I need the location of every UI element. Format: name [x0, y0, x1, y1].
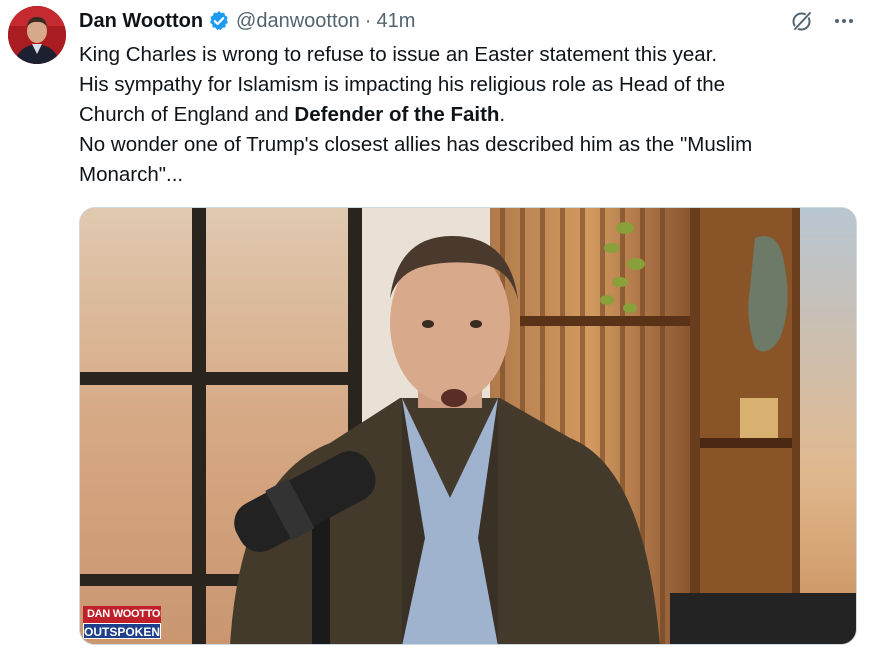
channel-logo: DAN WOOTTON OUTSPOKEN — [83, 606, 161, 640]
tweet-text-line: King Charles is wrong to refuse to issue… — [79, 43, 718, 66]
tweet-video[interactable]: DAN WOOTTON OUTSPOKEN — [79, 207, 857, 645]
verified-badge-icon[interactable] — [208, 10, 230, 32]
tweet-text: King Charles is wrong to refuse to issue… — [79, 40, 859, 190]
avatar[interactable] — [8, 6, 66, 64]
tweet-text-line: No wonder one of Trump's closest allies … — [79, 133, 753, 156]
tweet-timestamp[interactable]: 41m — [376, 8, 415, 34]
author-name[interactable]: Dan Wootton — [79, 8, 203, 34]
tweet-text-line: Monarch"... — [79, 163, 184, 186]
video-frame — [80, 208, 856, 644]
tweet-text-line: . — [499, 103, 506, 126]
logo-top-text: DAN WOOTTON — [83, 606, 161, 623]
author-handle[interactable]: @danwootton — [236, 8, 360, 34]
grok-slash-icon[interactable] — [789, 8, 815, 34]
tweet[interactable]: Dan Wootton @danwootton · 41m King Charl… — [0, 0, 883, 652]
logo-bottom-text: OUTSPOKEN — [83, 623, 161, 639]
tweet-text-bold: Defender of the Faith — [294, 103, 500, 126]
more-dots-icon[interactable] — [830, 8, 858, 34]
tweet-header: Dan Wootton @danwootton · 41m — [79, 8, 415, 34]
header-separator: · — [364, 10, 372, 32]
tweet-text-line: Church of England and — [79, 103, 295, 126]
tweet-text-line: His sympathy for Islamism is impacting h… — [79, 73, 725, 96]
